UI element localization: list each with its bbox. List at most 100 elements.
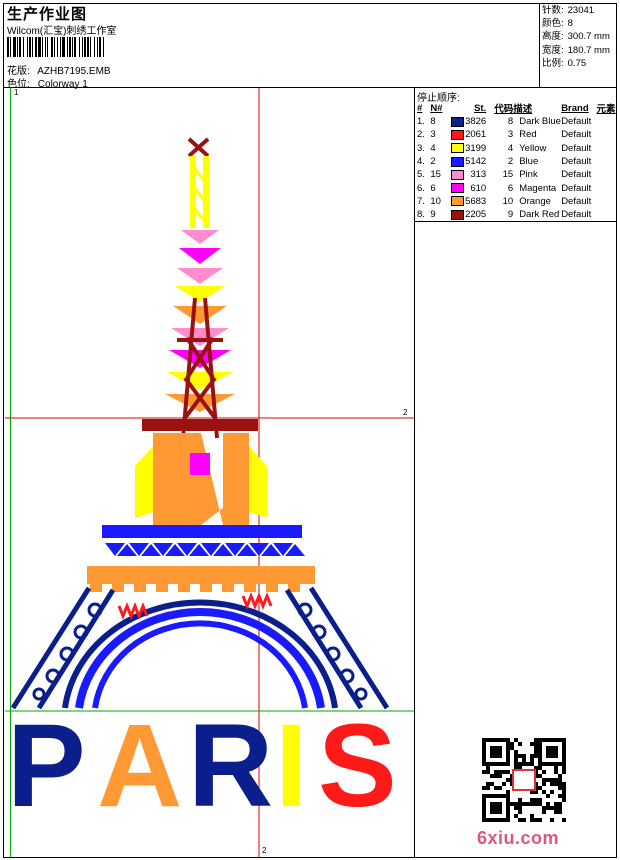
cell-stitches: 3826 [451,115,486,128]
stat-label: 高度: [542,31,564,43]
stat-value: 0.75 [567,57,587,69]
color-swatch [451,116,465,127]
letter-i: I [275,700,308,832]
upper-platform [142,419,258,431]
cell-brand: Default [561,116,592,128]
cell-code: 4 [507,142,514,154]
stat-value: 300.7 mm [567,31,610,43]
guide-label-h2: 2 [403,408,408,417]
stat-value: 180.7 mm [567,44,610,56]
letter-a: A [97,700,182,832]
stat-row: 高度: 300.7 mm [542,30,610,43]
table-row: 2. 3 2061 3 Red Default [417,128,620,141]
table-row: 7. 10 5683 10 Orange Default [417,195,620,208]
cell-idx: 2. [417,129,425,141]
color-swatch [451,143,465,154]
cell-stitches: 5142 [451,155,486,168]
color-swatch [451,129,465,140]
stat-label: 宽度: [542,44,564,56]
cell-code: 6 [507,182,514,194]
color-swatch [451,169,465,180]
column-header: 描述 [513,104,533,115]
cell-n: 2 [430,156,436,168]
cell-desc: Orange [519,195,551,207]
middle-platform [102,525,302,538]
table-row: 5. 15 313 15 Pink Default [417,168,620,181]
color-table: # N# St. 代码 描述 Brand 元素 1. 8 3826 8 Dark Blue Defau… [417,101,620,221]
stitch-count: 313 [470,169,487,181]
cell-code: 15 [502,169,514,181]
cell-desc: Pink [519,169,538,181]
color-swatch [451,209,465,220]
cell-idx: 3. [417,142,425,154]
design-preview: P A R I S [5,88,414,857]
middle-section [135,433,267,525]
cell-stitches: 2205 [451,208,486,221]
page-title: 生产作业图 [7,6,88,23]
cell-n: 9 [430,209,436,221]
column-header: Brand [561,102,589,114]
stitch-count: 2205 [465,209,487,221]
letter-p: P [7,700,86,832]
cell-n: 15 [430,169,441,181]
table-row: 1. 8 3826 8 Dark Blue Default [417,115,620,128]
cell-idx: 5. [417,169,425,181]
cell-n: 4 [430,142,436,154]
lower-platform-teeth [90,584,300,592]
column-header: St. [474,102,487,114]
color-swatch [451,156,465,167]
cell-brand: Default [561,209,592,221]
stat-row: 颜色: 8 [542,17,610,30]
stat-label: 比例: [542,57,564,69]
letter-s: S [318,700,397,832]
stats-panel: 针数: 23041 颜色: 8 高度: 300.7 mm 宽度: 180.7 mm 比例: 0.7… [542,4,610,70]
stat-label: 颜色: [542,18,564,30]
stats-divider [539,3,540,88]
watermark-text: 6xiu.com [477,828,560,848]
column-header: 元素 [596,104,616,115]
cell-n: 10 [430,195,441,207]
studio-name: Wilcom(汇宝)刺绣工作室 [7,26,117,37]
cell-stitches: 313 [451,168,486,181]
color-swatch [451,183,465,194]
panel-divider [414,87,415,858]
cell-desc: Dark Blue [519,116,561,128]
stat-row: 比例: 0.75 [542,57,610,70]
cell-n: 3 [430,129,436,141]
cell-idx: 8. [417,209,425,221]
stitch-count: 3199 [465,142,487,154]
barcode-icon [7,37,104,57]
guide-label-bottom: 2 [262,846,267,855]
stat-value: 8 [567,18,573,30]
column-header: # [417,102,423,114]
qr-code-icon [482,738,566,822]
stat-value: 23041 [567,5,595,16]
color-swatch [451,196,465,207]
stat-label: 针数: [542,5,564,16]
cell-brand: Default [561,182,592,194]
cell-n: 8 [430,116,436,128]
cell-n: 6 [430,182,436,194]
cell-desc: Red [519,129,537,141]
cell-idx: 6. [417,182,425,194]
stitch-count: 5142 [465,156,487,168]
cell-desc: Dark Red [519,209,560,221]
cell-brand: Default [561,129,592,141]
cell-stitches: 5683 [451,195,486,208]
tower-tiers [165,230,235,412]
cell-desc: Yellow [519,142,547,154]
cell-brand: Default [561,156,592,168]
lower-platform [87,566,315,584]
table-row: 4. 2 5142 2 Blue Default [417,155,620,168]
cell-idx: 4. [417,156,425,168]
cell-brand: Default [561,169,592,181]
guide-label-v1: 1 [14,88,19,97]
table-row: 6. 6 610 6 Magenta Default [417,181,620,194]
cell-brand: Default [561,142,592,154]
cell-brand: Default [561,195,592,207]
spire-right [203,156,209,228]
cell-idx: 7. [417,195,425,207]
stitch-count: 5683 [465,195,487,207]
cell-stitches: 2061 [451,128,486,141]
table-row: 8. 9 2205 9 Dark Red Default [417,208,620,221]
